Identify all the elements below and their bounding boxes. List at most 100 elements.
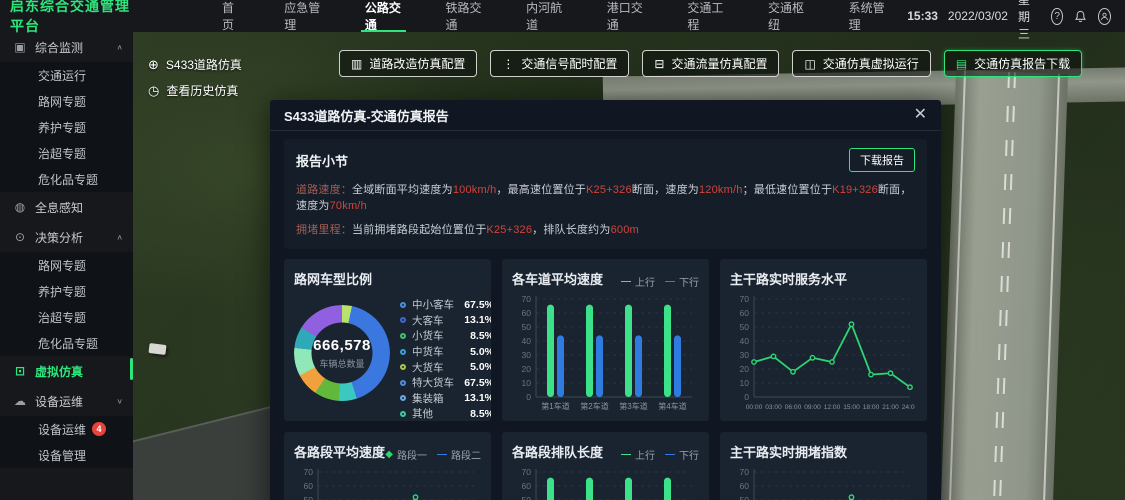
simulation-toolbar-button[interactable]: ▥ 道路改造仿真配置 (339, 50, 477, 77)
nav-item[interactable]: 首页 (200, 0, 262, 32)
nav-item[interactable]: 铁路交通 (424, 0, 505, 32)
simulation-toolbar-button[interactable]: ⊟ 交通流量仿真配置 (642, 50, 779, 77)
map-link-icon: ⊕ (148, 57, 159, 73)
vehicle-total-value: 666,578 (313, 337, 371, 354)
bell-icon[interactable] (1073, 8, 1088, 25)
svg-text:40: 40 (522, 336, 532, 346)
report-line: 拥堵里程：当前拥堵路段起始位置位于K25+326，排队长度约为600m (296, 221, 915, 237)
chart-title: 各车道平均速度 (512, 269, 603, 288)
toolbar-button-icon: ▤ (956, 58, 967, 70)
simulation-toolbar-button[interactable]: ▤ 交通仿真报告下载 (944, 50, 1082, 77)
sidebar-item-label: 治超专题 (38, 309, 86, 326)
svg-text:60: 60 (522, 308, 532, 318)
sidebar-item-label: 交通运行 (38, 67, 86, 84)
sidebar-item[interactable]: 养护专题 (0, 114, 133, 140)
svg-text:10: 10 (740, 378, 750, 388)
sidebar-item[interactable]: 治超专题 (0, 304, 133, 330)
clock-weekday: 星期三 (1018, 0, 1041, 42)
sidebar-item[interactable]: ◍ 全息感知 (0, 192, 133, 222)
user-avatar-icon[interactable] (1098, 8, 1111, 25)
sidebar-item-icon: ⊙ (13, 230, 27, 244)
svg-text:60: 60 (522, 481, 532, 491)
svg-text:15:00: 15:00 (843, 404, 860, 411)
svg-text:50: 50 (522, 495, 532, 500)
nav-item[interactable]: 港口交通 (585, 0, 666, 32)
sidebar-item[interactable]: ▣ 综合监测 ∧ (0, 32, 133, 62)
svg-text:18:00: 18:00 (863, 404, 880, 411)
report-lines: 道路速度：全域断面平均速度为100km/h，最高速位置位于K25+326断面，速… (296, 181, 915, 237)
chevron-icon: ∧ (116, 233, 123, 242)
sidebar-item[interactable]: 养护专题 (0, 278, 133, 304)
map-view[interactable]: ⊕ S433道路仿真 ◷ 查看历史仿真 ▥ 道路改造仿真配置 ⋮ 交通信号配时配… (133, 32, 1125, 500)
nav-item[interactable]: 交通工程 (665, 0, 746, 32)
svg-text:10: 10 (522, 378, 532, 388)
sidebar: ▣ 综合监测 ∧ 交通运行 路网专题 (0, 32, 133, 500)
nav-item[interactable]: 系统管理 (827, 0, 908, 32)
chart-title: 主干路实时服务水平 (730, 269, 847, 288)
nav-item[interactable]: 公路交通 (343, 0, 424, 32)
nav-item[interactable]: 应急管理 (262, 0, 343, 32)
sidebar-item-label: 设备运维 (35, 393, 83, 410)
bar-chart: 010203040506070第1车道第2车道第3车道第4车道 (512, 291, 697, 413)
pie-legend-row: 中小客车67.5%65 (400, 297, 491, 313)
sidebar-item-label: 设备管理 (38, 447, 86, 464)
download-report-button[interactable]: 下载报告 (849, 148, 915, 172)
sidebar-item-label: 养护专题 (38, 119, 86, 136)
chart-title: 路网车型比例 (294, 269, 372, 288)
pie-legend-row: 特大货车67.5%65 (400, 375, 491, 391)
sidebar-item[interactable]: 设备运维 4 (0, 416, 133, 442)
svg-text:50: 50 (740, 322, 750, 332)
sidebar-item[interactable]: ☁ 设备运维 ∨ (0, 386, 133, 416)
simulation-toolbar-button[interactable]: ◫ 交通仿真虚拟运行 (792, 50, 930, 77)
simulation-toolbar-button[interactable]: ⋮ 交通信号配时配置 (490, 50, 629, 77)
legend-dot-icon (400, 302, 406, 308)
legend-marker-icon: — (665, 276, 675, 287)
sidebar-item-icon: ⊡ (13, 364, 27, 378)
pie-legend-row: 中货车5.0%2 (400, 344, 491, 360)
sidebar-item[interactable]: 治超专题 (0, 140, 133, 166)
help-icon[interactable]: ? (1051, 8, 1063, 25)
sidebar-item[interactable]: ⊙ 决策分析 ∧ (0, 222, 133, 252)
sidebar-item-label: 危化品专题 (38, 171, 98, 188)
map-road-vertical (940, 70, 1068, 500)
close-icon[interactable]: ✕ (914, 107, 927, 123)
sidebar-item[interactable]: 设备管理 (0, 442, 133, 468)
svg-text:70: 70 (522, 467, 532, 477)
map-link[interactable]: ⊕ S433道路仿真 (148, 56, 242, 73)
legend-dot-icon (400, 333, 406, 339)
sidebar-item[interactable]: 危化品专题 (0, 330, 133, 356)
svg-text:0: 0 (744, 392, 749, 402)
sidebar-item[interactable]: 交通运行 (0, 62, 133, 88)
sidebar-item[interactable]: 路网专题 (0, 88, 133, 114)
nav-item[interactable]: 内河航道 (504, 0, 585, 32)
chart-card-3: 各路段平均速度◆路段一—路段二01020304050607000:0003:00… (284, 432, 491, 500)
map-link[interactable]: ◷ 查看历史仿真 (148, 82, 242, 99)
pie-legend-row: 集装箱13.1%30 (400, 391, 491, 407)
line-chart: 01020304050607000:0003:0006:0009:0012:00… (294, 464, 479, 500)
chart-legend: —上行—下行 (621, 274, 699, 289)
clock-date: 2022/03/02 (948, 9, 1008, 23)
sidebar-item-label: 危化品专题 (38, 335, 98, 352)
top-nav: 启东综合交通管理平台 首页应急管理公路交通铁路交通内河航道港口交通交通工程交通枢… (0, 0, 1125, 32)
svg-text:0: 0 (526, 392, 531, 402)
chart-title: 各路段排队长度 (512, 442, 603, 461)
report-line: 道路速度：全域断面平均速度为100km/h，最高速位置位于K25+326断面，速… (296, 181, 915, 213)
sidebar-item[interactable]: 危化品专题 (0, 166, 133, 192)
sidebar-item[interactable]: 路网专题 (0, 252, 133, 278)
nav-item[interactable]: 交通枢纽 (746, 0, 827, 32)
modal-header: S433道路仿真-交通仿真报告 ✕ (270, 100, 941, 131)
simulation-toolbar: ▥ 道路改造仿真配置 ⋮ 交通信号配时配置 ⊟ 交通流量仿真配置 ◫ 交通仿真虚… (339, 50, 1082, 77)
svg-text:第4车道: 第4车道 (658, 401, 686, 411)
sidebar-item-label: 全息感知 (35, 199, 83, 216)
svg-text:40: 40 (740, 336, 750, 346)
main-menu: 首页应急管理公路交通铁路交通内河航道港口交通交通工程交通枢纽系统管理 (200, 0, 907, 32)
bar-chart: 010203040506070 (512, 464, 697, 500)
sidebar-item-icon: ☁ (13, 394, 27, 408)
sidebar-scroll-indicator[interactable] (130, 358, 133, 380)
pie-legend-row: 大客车13.1%30 (400, 313, 491, 329)
sidebar-item[interactable]: ⊡ 虚拟仿真 (0, 356, 133, 386)
chevron-icon: ∨ (116, 397, 123, 406)
svg-text:20: 20 (740, 364, 750, 374)
svg-text:30: 30 (522, 350, 532, 360)
svg-text:第1车道: 第1车道 (541, 401, 569, 411)
